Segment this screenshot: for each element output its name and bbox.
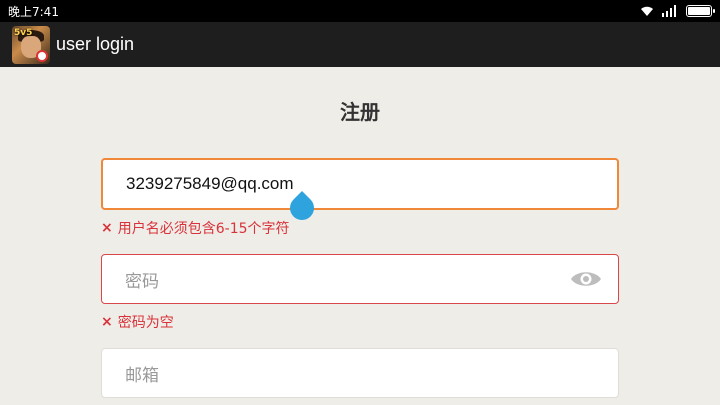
status-bar: 晚上7:41 [0, 0, 720, 22]
app-title: user login [56, 34, 135, 54]
username-input[interactable]: 3239275849@qq.com [101, 158, 619, 210]
error-x-icon: × [101, 220, 113, 236]
page-title: 注册 [340, 100, 380, 124]
signal-icon [662, 5, 676, 17]
error-x-icon: × [101, 314, 113, 330]
username-error: × 用户名必须包含6-15个字符 [101, 218, 290, 238]
app-icon-badge: 5v5 [14, 27, 33, 38]
email-placeholder: 邮箱 [125, 365, 159, 386]
password-error: × 密码为空 [101, 312, 174, 332]
password-error-text: 密码为空 [117, 315, 174, 331]
password-input[interactable]: 密码 [101, 254, 619, 304]
username-value: 3239275849@qq.com [126, 174, 294, 193]
password-placeholder: 密码 [125, 271, 159, 292]
username-error-text: 用户名必须包含6-15个字符 [117, 221, 290, 237]
wifi-icon [641, 6, 653, 16]
email-input[interactable]: 邮箱 [101, 348, 619, 398]
eye-icon[interactable] [570, 269, 602, 289]
status-time: 晚上7:41 [8, 4, 59, 19]
app-bar: 5v5 user login [0, 22, 720, 67]
game-app-icon: 5v5 [12, 25, 50, 64]
battery-icon [686, 5, 715, 17]
status-icons [640, 5, 715, 17]
